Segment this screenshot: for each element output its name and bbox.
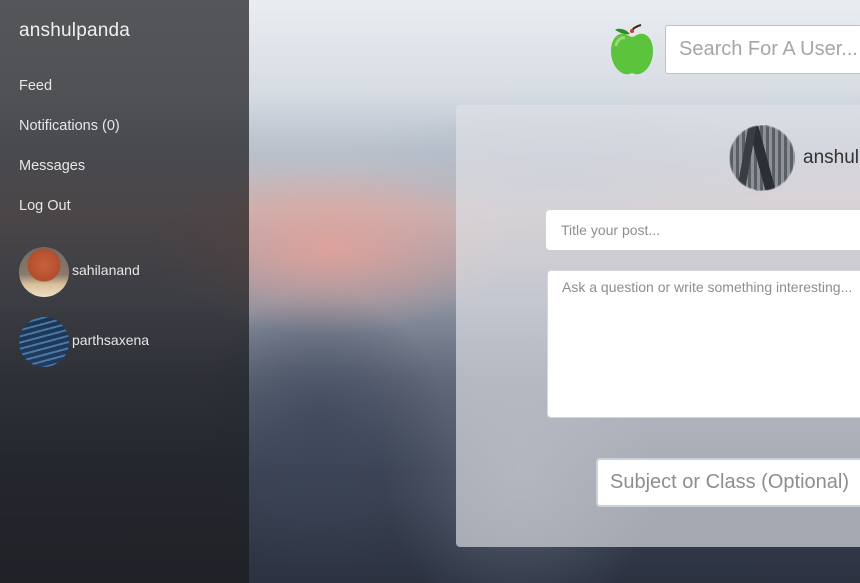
green-apple-icon[interactable] bbox=[607, 24, 655, 78]
composer-user: anshul bbox=[729, 125, 859, 191]
composer-username[interactable]: anshul bbox=[803, 147, 859, 169]
sidebar-username[interactable]: anshulpanda bbox=[19, 20, 130, 42]
avatar bbox=[19, 247, 69, 297]
friend-name: sahilanand bbox=[72, 262, 140, 278]
friend-item-sahilanand[interactable]: sahilanand bbox=[19, 247, 140, 297]
post-title-input[interactable] bbox=[546, 210, 860, 250]
friend-name: parthsaxena bbox=[72, 332, 150, 348]
nav-log-out[interactable]: Log Out bbox=[19, 198, 71, 214]
nav-notifications[interactable]: Notifications (0) bbox=[19, 118, 120, 134]
nav-feed[interactable]: Feed bbox=[19, 78, 52, 94]
nav-messages[interactable]: Messages bbox=[19, 158, 85, 174]
subject-class-input[interactable] bbox=[596, 458, 860, 507]
friend-item-parthsaxena[interactable]: parthsaxena bbox=[19, 317, 149, 367]
avatar bbox=[19, 317, 69, 367]
avatar[interactable] bbox=[729, 125, 795, 191]
post-body-textarea[interactable] bbox=[547, 270, 860, 418]
sidebar: anshulpanda Feed Notifications (0) Messa… bbox=[0, 0, 249, 583]
search-user-input[interactable] bbox=[665, 25, 860, 74]
